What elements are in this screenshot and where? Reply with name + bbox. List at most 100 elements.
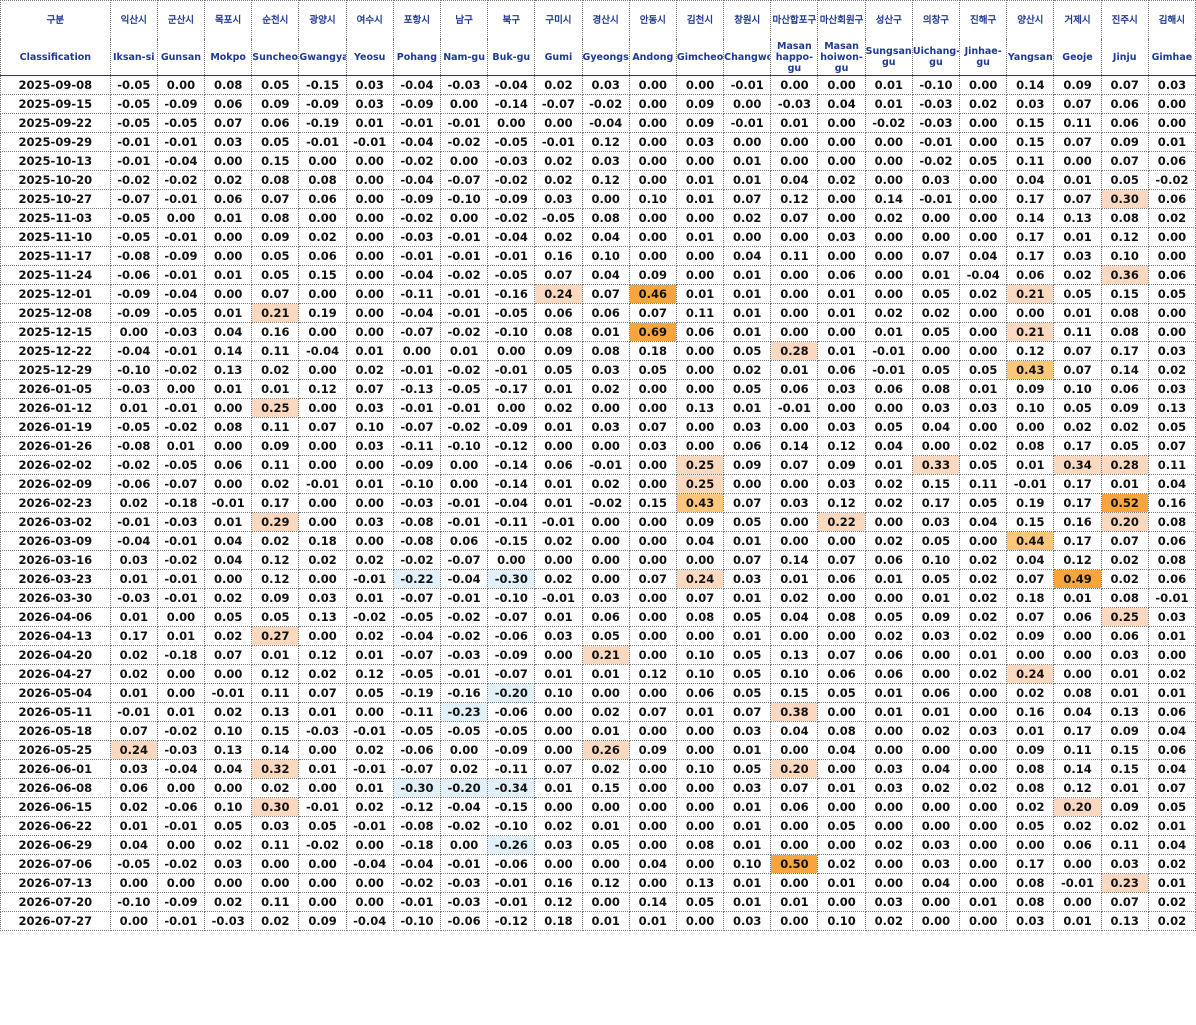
table-cell: -0.10 xyxy=(487,322,536,342)
table-cell: -0.06 xyxy=(487,702,536,722)
table-cell: 0.01 xyxy=(109,607,158,627)
table-cell: -0.03 xyxy=(109,379,158,399)
table-cell: -0.01 xyxy=(392,892,441,912)
table-cell: 0.00 xyxy=(392,341,441,361)
table-cell: 0.03 xyxy=(911,170,961,190)
table-cell: -0.03 xyxy=(770,94,819,114)
table-cell: 0.00 xyxy=(959,740,1008,760)
table-cell: 0.03 xyxy=(723,911,772,931)
table-cell: 0.00 xyxy=(675,379,725,399)
table-cell: 0.02 xyxy=(864,493,913,513)
table-cell: 0.00 xyxy=(675,246,725,266)
table-cell: 0.07 xyxy=(770,455,819,475)
table-cell: 0.01 xyxy=(345,645,394,665)
table-cell: 0.06 xyxy=(911,683,961,703)
table-cell: 0.03 xyxy=(723,721,772,741)
table-cell: 0.00 xyxy=(864,398,913,418)
table-cell: 0.02 xyxy=(534,227,583,247)
table-cell: 0.06 xyxy=(1147,531,1196,551)
table-cell: -0.02 xyxy=(156,417,206,437)
table-cell: 0.00 xyxy=(817,208,866,228)
table-cell: 0.02 xyxy=(1147,208,1196,228)
table-cell: 0.04 xyxy=(770,721,819,741)
table-cell: 0.00 xyxy=(628,531,677,551)
table-cell: 0.06 xyxy=(1006,265,1055,285)
table-cell: 0.02 xyxy=(251,474,300,494)
table-cell: 0.10 xyxy=(770,664,819,684)
table-cell: 0.00 xyxy=(298,208,347,228)
table-cell: -0.17 xyxy=(487,379,536,399)
row-date: 2026-02-23 xyxy=(0,493,111,513)
table-cell: 0.00 xyxy=(628,246,677,266)
table-cell: 0.02 xyxy=(864,911,913,931)
table-row: 2026-07-20 -0.10 -0.09 0.02 0.11 0.00 0.00 -0.0… xyxy=(0,892,1196,912)
table-cell: 0.02 xyxy=(1053,417,1102,437)
table-cell: -0.01 xyxy=(439,854,489,874)
table-cell: 0.02 xyxy=(1147,664,1196,684)
table-cell: 0.00 xyxy=(534,550,583,570)
table-cell: 0.07 xyxy=(628,702,677,722)
table-cell: -0.07 xyxy=(534,94,583,114)
table-cell: 0.02 xyxy=(959,778,1008,798)
table-cell: 0.00 xyxy=(864,740,913,760)
column-header-english: Gumi xyxy=(534,39,583,76)
table-cell: 0.09 xyxy=(1100,721,1149,741)
table-cell: 0.17 xyxy=(1053,531,1102,551)
table-cell: 0.01 xyxy=(770,360,819,380)
table-cell: 0.10 xyxy=(1006,398,1055,418)
table-cell: -0.05 xyxy=(534,208,583,228)
table-cell: 0.03 xyxy=(345,398,394,418)
table-cell: 0.05 xyxy=(1100,436,1149,456)
table-cell: -0.12 xyxy=(392,797,441,817)
table-cell: 0.00 xyxy=(628,588,677,608)
table-cell: 0.25 xyxy=(675,474,725,494)
table-cell: 0.01 xyxy=(1147,873,1196,893)
table-cell: 0.03 xyxy=(581,75,630,95)
table-cell: -0.01 xyxy=(156,398,206,418)
column-header-korean: 김천시 xyxy=(675,0,725,39)
table-cell: -0.01 xyxy=(439,284,489,304)
table-cell: 0.05 xyxy=(817,683,866,703)
table-cell: -0.04 xyxy=(392,303,441,323)
table-cell: 0.02 xyxy=(251,531,300,551)
table-cell: 0.05 xyxy=(959,151,1008,171)
table-cell: -0.18 xyxy=(156,493,206,513)
table-row: 2026-06-29 0.04 0.00 0.02 0.11 -0.02 0.00 -0.18… xyxy=(0,835,1196,855)
table-cell: 0.00 xyxy=(581,683,630,703)
table-cell: 0.28 xyxy=(1100,455,1149,475)
table-cell: -0.18 xyxy=(156,645,206,665)
row-date: 2026-01-12 xyxy=(0,398,111,418)
table-cell: 0.00 xyxy=(628,512,677,532)
table-cell: -0.03 xyxy=(109,588,158,608)
table-cell: 0.21 xyxy=(251,303,300,323)
table-cell: 0.01 xyxy=(864,569,913,589)
table-cell: 0.17 xyxy=(1053,493,1102,513)
table-cell: 0.02 xyxy=(959,588,1008,608)
table-cell: -0.04 xyxy=(487,75,536,95)
table-cell: 0.18 xyxy=(1006,588,1055,608)
table-row: 2025-11-17 -0.08 -0.09 0.00 0.05 0.06 0.00 -0.0… xyxy=(0,246,1196,266)
table-cell: 0.07 xyxy=(251,189,300,209)
table-cell: -0.09 xyxy=(487,645,536,665)
table-cell: -0.03 xyxy=(439,75,489,95)
table-cell: -0.04 xyxy=(487,227,536,247)
table-cell: 0.02 xyxy=(1053,265,1102,285)
table-cell: 0.15 xyxy=(581,778,630,798)
table-cell: -0.07 xyxy=(439,550,489,570)
table-cell: 0.01 xyxy=(675,170,725,190)
table-cell: -0.19 xyxy=(298,113,347,133)
table-cell: -0.01 xyxy=(487,246,536,266)
table-cell: 0.02 xyxy=(959,607,1008,627)
table-cell: 0.03 xyxy=(817,417,866,437)
table-cell: 0.00 xyxy=(959,683,1008,703)
table-cell: 0.01 xyxy=(911,702,961,722)
table-cell: 0.00 xyxy=(1053,892,1102,912)
table-cell: 0.00 xyxy=(628,398,677,418)
column-header-korean: 창원시 xyxy=(723,0,772,39)
table-cell: 0.02 xyxy=(1100,569,1149,589)
row-date: 2025-10-13 xyxy=(0,151,111,171)
table-cell: 0.00 xyxy=(959,75,1008,95)
table-cell: 0.02 xyxy=(1147,360,1196,380)
table-cell: 0.01 xyxy=(1053,303,1102,323)
table-cell: 0.00 xyxy=(628,645,677,665)
